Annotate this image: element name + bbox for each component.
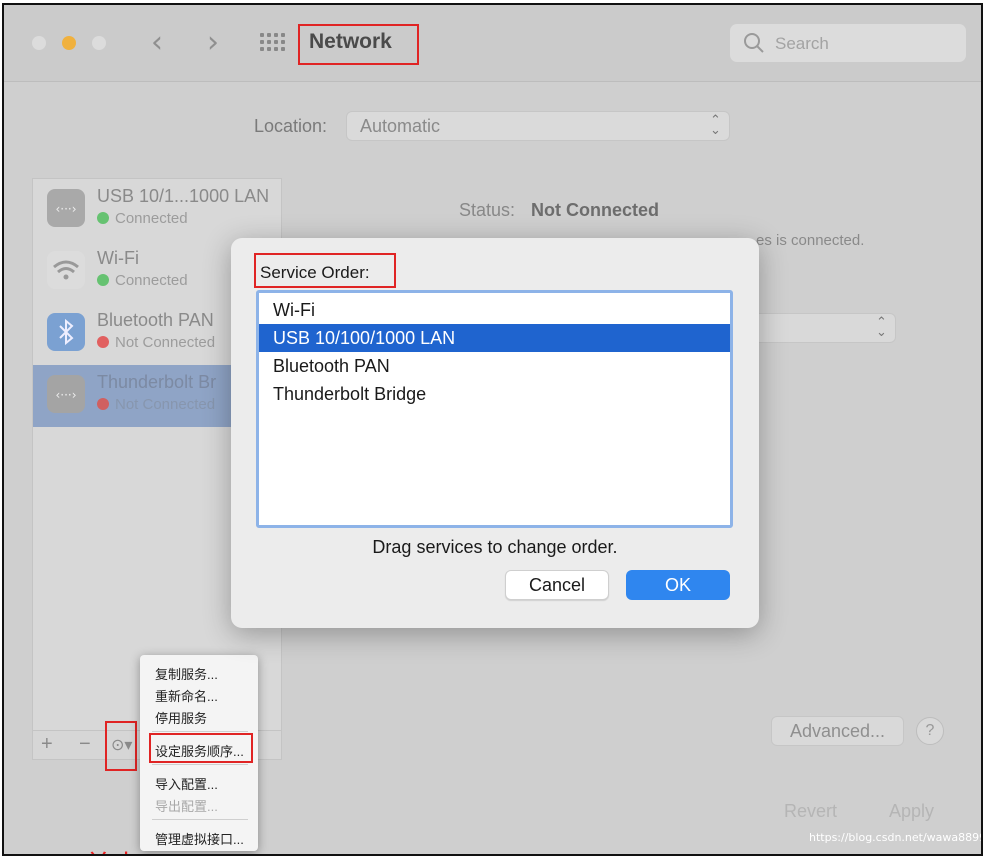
menu-item-import[interactable]: 导入配置...: [155, 774, 218, 793]
zoom-window-button[interactable]: [92, 36, 106, 50]
minimize-window-button[interactable]: [62, 36, 76, 50]
updown-chevron-icon: ⌃ ⌄: [876, 314, 887, 339]
menu-item-deactivate[interactable]: 停用服务: [155, 708, 207, 727]
click-annotation: 单击: [84, 844, 140, 854]
service-name: Thunderbolt Br: [97, 372, 217, 392]
location-select[interactable]: Automatic ⌃ ⌄: [346, 111, 730, 141]
action-button-highlight-box: [105, 721, 137, 771]
service-status: Connected: [97, 272, 188, 289]
order-item-bluetooth[interactable]: Bluetooth PAN: [259, 352, 730, 380]
bluetooth-icon: [47, 313, 85, 351]
svg-text:‹···›: ‹···›: [55, 202, 76, 216]
status-dot-icon: [97, 398, 109, 410]
wifi-icon: [47, 251, 85, 289]
order-item-usb-lan[interactable]: USB 10/100/1000 LAN: [259, 324, 730, 352]
svg-text:‹···›: ‹···›: [55, 388, 76, 402]
menu-item-highlight-box: [149, 733, 253, 763]
menu-item-manage-virtual[interactable]: 管理虚拟接口...: [155, 829, 244, 848]
service-status: Not Connected: [97, 334, 215, 351]
back-icon[interactable]: ‹: [151, 25, 163, 60]
show-all-grid-icon[interactable]: [260, 33, 287, 55]
status-dot-icon: [97, 336, 109, 348]
order-item-wifi[interactable]: Wi-Fi: [259, 296, 730, 324]
title-bar: ‹ › Network Search: [4, 5, 981, 82]
status-description: es is connected.: [756, 232, 865, 249]
add-service-button[interactable]: +: [41, 733, 53, 756]
remove-service-button[interactable]: −: [79, 733, 91, 756]
service-name: USB 10/1...1000 LAN: [97, 186, 270, 206]
thunderbolt-icon: ‹···›: [47, 375, 85, 413]
ethernet-icon: ‹···›: [47, 189, 85, 227]
close-window-button[interactable]: [32, 36, 46, 50]
apply-button[interactable]: Apply: [889, 801, 934, 822]
menu-item-rename[interactable]: 重新命名...: [155, 686, 218, 705]
order-item-thunderbolt[interactable]: Thunderbolt Bridge: [259, 380, 730, 408]
updown-chevron-icon: ⌃ ⌄: [710, 112, 721, 137]
watermark-text: https://blog.csdn.net/wawa8899: [809, 831, 983, 844]
menu-separator: [152, 764, 248, 765]
cancel-button[interactable]: Cancel: [505, 570, 609, 600]
screenshot-frame: ‹ › Network Search Location: Automatic ⌃…: [2, 3, 983, 856]
status-dot-icon: [97, 212, 109, 224]
menu-separator: [152, 731, 248, 732]
search-placeholder: Search: [775, 34, 829, 53]
location-label: Location:: [254, 116, 328, 136]
menu-item-export: 导出配置...: [155, 799, 218, 814]
location-value: Automatic: [360, 116, 441, 136]
dialog-title-highlight-box: [254, 253, 396, 288]
service-name: Bluetooth PAN: [97, 310, 214, 330]
service-name: Wi-Fi: [97, 248, 139, 268]
advanced-button[interactable]: Advanced...: [771, 716, 904, 746]
service-status: Not Connected: [97, 396, 215, 413]
ok-button[interactable]: OK: [626, 570, 730, 600]
revert-button[interactable]: Revert: [784, 801, 837, 822]
title-highlight-box: [298, 24, 419, 65]
search-icon: [744, 33, 764, 53]
status-value: Not Connected: [531, 200, 659, 220]
service-status: Connected: [97, 210, 188, 227]
service-item-usb-lan[interactable]: ‹···› USB 10/1...1000 LAN Connected: [33, 179, 281, 241]
dialog-hint: Drag services to change order.: [372, 537, 618, 557]
configure-select[interactable]: ⌃ ⌄: [744, 313, 896, 343]
service-order-dialog: Service Order: Wi-Fi USB 10/100/1000 LAN…: [231, 238, 759, 628]
search-field[interactable]: Search: [730, 24, 966, 62]
help-button[interactable]: ?: [916, 717, 944, 745]
status-label: Status:: [459, 200, 516, 220]
forward-icon[interactable]: ›: [207, 25, 219, 60]
status-dot-icon: [97, 274, 109, 286]
menu-item-duplicate[interactable]: 复制服务...: [155, 664, 218, 683]
service-order-list[interactable]: Wi-Fi USB 10/100/1000 LAN Bluetooth PAN …: [256, 290, 733, 528]
menu-separator: [152, 819, 248, 820]
